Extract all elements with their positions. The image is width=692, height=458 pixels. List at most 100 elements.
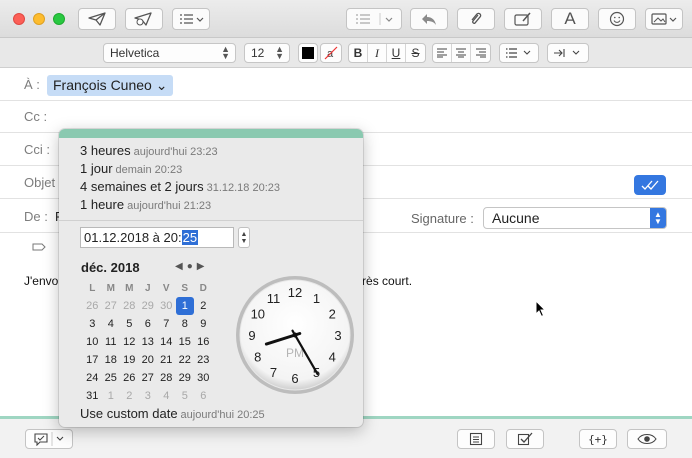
calendar-day[interactable]: 5	[176, 387, 195, 405]
calendar-day[interactable]: 17	[83, 351, 102, 369]
send-later-popover: 3 heures aujourd'hui 23:23 1 jour demain 2…	[59, 129, 363, 427]
datetime-stepper[interactable]: ▲ ▼	[238, 227, 250, 248]
calendar-day[interactable]: 5	[120, 315, 139, 333]
attachment-chip[interactable]	[32, 240, 46, 255]
calendar-day[interactable]: 3	[139, 387, 158, 405]
calendar-day[interactable]: 16	[194, 333, 213, 351]
calendar-day[interactable]: 26	[83, 297, 102, 315]
calendar-day[interactable]: 23	[194, 351, 213, 369]
calendar-day[interactable]: 13	[139, 333, 158, 351]
font-family-select[interactable]: Helvetica ▲ ▼	[103, 43, 236, 63]
reply-arrow-icon	[422, 14, 436, 25]
signature-select[interactable]: Aucune ▲ ▼	[483, 207, 667, 229]
calendar-day[interactable]: 15	[176, 333, 195, 351]
font-size-select[interactable]: 12 ▲ ▼	[244, 43, 290, 63]
list-style-select[interactable]	[499, 43, 539, 63]
calendar-day[interactable]: 28	[120, 297, 139, 315]
minimize-window-button[interactable]	[33, 13, 45, 25]
calendar-day[interactable]: 3	[83, 315, 102, 333]
send-later-option[interactable]: 1 heure aujourd'hui 21:23	[80, 197, 211, 212]
send-later-option[interactable]: 1 jour demain 20:23	[80, 161, 182, 176]
calendar-day[interactable]: 2	[194, 297, 213, 315]
calendar-day[interactable]: 10	[83, 333, 102, 351]
double-check-icon	[641, 180, 659, 190]
calendar-day[interactable]: 24	[83, 369, 102, 387]
photo-chevron-icon	[651, 13, 677, 25]
calendar-day[interactable]: 21	[157, 351, 176, 369]
popover-header-band	[59, 129, 363, 138]
calendar-day[interactable]: 8	[176, 315, 195, 333]
photo-browser-button[interactable]	[645, 8, 683, 30]
text-color-button[interactable]	[298, 43, 318, 63]
markup-button[interactable]	[504, 8, 542, 30]
calendar-day[interactable]: 20	[139, 351, 158, 369]
attach-button[interactable]	[457, 8, 495, 30]
calendar-day[interactable]: 28	[157, 369, 176, 387]
message-body-text[interactable]: J'envo	[24, 274, 58, 288]
calendar-day[interactable]: 19	[120, 351, 139, 369]
next-month-icon[interactable]: ▶	[197, 261, 209, 272]
variables-button[interactable]: {+}	[579, 429, 617, 449]
calendar-day[interactable]: 4	[102, 315, 121, 333]
bold-button[interactable]: B	[349, 44, 368, 62]
datetime-input[interactable]: 01.12.2018 à 20: 25	[80, 227, 234, 248]
datetime-value: 01.12.2018 à 20:	[84, 230, 182, 245]
underline-button[interactable]: U	[387, 44, 406, 62]
emoji-button[interactable]	[598, 8, 636, 30]
send-later-button[interactable]	[125, 8, 163, 30]
indent-select[interactable]	[547, 43, 589, 63]
recipient-token[interactable]: François Cuneo ⌄	[47, 75, 174, 96]
preview-button[interactable]	[627, 429, 667, 449]
calendar-day[interactable]: 9	[194, 315, 213, 333]
checklist-button[interactable]	[506, 429, 544, 449]
calendar-day[interactable]: 12	[120, 333, 139, 351]
calendar-day[interactable]: 7	[157, 315, 176, 333]
calendar-day[interactable]: 18	[102, 351, 121, 369]
today-dot-icon[interactable]: ●	[187, 261, 197, 272]
calendar-day[interactable]: 27	[102, 297, 121, 315]
document-button[interactable]	[457, 429, 495, 449]
send-later-confirm-button[interactable]	[634, 175, 666, 195]
clock-hour-label: 10	[251, 307, 265, 322]
calendar-day[interactable]: 27	[139, 369, 158, 387]
fonts-button[interactable]: A	[551, 8, 589, 30]
popover-divider	[59, 220, 363, 221]
calendar-nav: ◀●▶	[175, 261, 208, 272]
calendar-day[interactable]: 1	[175, 297, 194, 315]
italic-button[interactable]: I	[368, 44, 387, 62]
header-fields-menu-button[interactable]	[172, 8, 210, 30]
tag-icon	[32, 243, 46, 251]
comment-menu-button[interactable]	[25, 429, 73, 449]
calendar-day[interactable]: 30	[194, 369, 213, 387]
calendar-day[interactable]: 29	[176, 369, 195, 387]
calendar-day[interactable]: 6	[139, 315, 158, 333]
calendar-day[interactable]: 30	[157, 297, 176, 315]
send-later-option[interactable]: 4 semaines et 2 jours 31.12.18 20:23	[80, 179, 280, 194]
calendar-day[interactable]: 26	[120, 369, 139, 387]
align-center-button[interactable]	[452, 44, 471, 62]
calendar-day[interactable]: 29	[139, 297, 158, 315]
list-format-button[interactable]	[346, 8, 402, 30]
calendar-day[interactable]: 4	[157, 387, 176, 405]
calendar-day[interactable]: 14	[157, 333, 176, 351]
send-later-option[interactable]: 3 heures aujourd'hui 23:23	[80, 143, 218, 158]
signature-value: Aucune	[492, 210, 540, 226]
align-right-button[interactable]	[471, 44, 490, 62]
align-left-button[interactable]	[433, 44, 452, 62]
strikethrough-button[interactable]: S	[406, 44, 425, 62]
calendar-day[interactable]: 22	[176, 351, 195, 369]
analog-clock[interactable]: 123456789101112PM	[234, 274, 356, 396]
close-window-button[interactable]	[13, 13, 25, 25]
zoom-window-button[interactable]	[53, 13, 65, 25]
highlight-color-button[interactable]: a	[320, 43, 342, 63]
calendar-day[interactable]: 6	[194, 387, 213, 405]
previous-month-icon[interactable]: ◀	[175, 261, 187, 272]
calendar-day[interactable]: 31	[83, 387, 102, 405]
calendar-day[interactable]: 25	[102, 369, 121, 387]
calendar-day[interactable]: 2	[120, 387, 139, 405]
send-button[interactable]	[78, 8, 116, 30]
use-custom-date-option[interactable]: Use custom date aujourd'hui 20:25	[80, 406, 265, 421]
calendar-day[interactable]: 11	[102, 333, 121, 351]
calendar-day[interactable]: 1	[102, 387, 121, 405]
reply-button[interactable]	[410, 8, 448, 30]
